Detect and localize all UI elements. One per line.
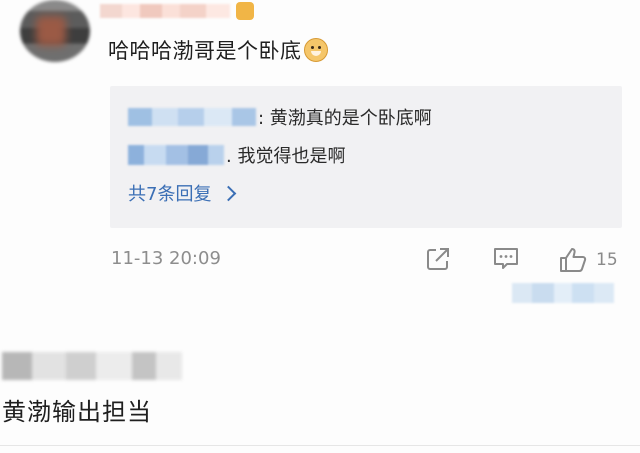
reply-text: . 我觉得也是啊 — [226, 146, 346, 167]
reply-text: : 黄渤真的是个卧底啊 — [258, 108, 432, 129]
share-button[interactable] — [425, 246, 451, 272]
chevron-right-icon — [221, 185, 237, 202]
divider — [0, 445, 640, 446]
like-count: 15 — [596, 250, 618, 270]
like-button[interactable]: 15 — [558, 246, 618, 274]
thumbs-up-icon — [560, 248, 587, 272]
timestamp: 11-13 20:09 — [111, 248, 221, 269]
badge-icon — [236, 2, 254, 20]
reply-username-blurred — [128, 145, 224, 165]
reply-item[interactable]: : 黄渤真的是个卧底啊 — [128, 104, 432, 130]
reply-box[interactable]: : 黄渤真的是个卧底啊 . 我觉得也是啊 共7条回复 — [110, 86, 622, 228]
more-replies-link[interactable]: 共7条回复 — [128, 180, 237, 206]
more-replies-label: 共7条回复 — [128, 184, 212, 205]
blurred-text — [512, 283, 614, 303]
comment-icon — [494, 248, 518, 269]
username-blurred-2 — [2, 352, 182, 380]
dog-emoji-icon — [303, 38, 328, 62]
reply-item[interactable]: . 我觉得也是啊 — [128, 142, 345, 168]
comment-text: 哈哈哈渤哥是个卧底 — [108, 35, 328, 65]
reply-username-blurred — [128, 108, 256, 126]
username-blurred — [100, 4, 230, 18]
comment-text-2: 黄渤输出担当 — [2, 398, 152, 426]
comment-body: 哈哈哈渤哥是个卧底 — [108, 39, 302, 63]
avatar[interactable] — [20, 0, 90, 62]
share-icon — [427, 248, 449, 270]
comment-button[interactable] — [492, 246, 520, 272]
